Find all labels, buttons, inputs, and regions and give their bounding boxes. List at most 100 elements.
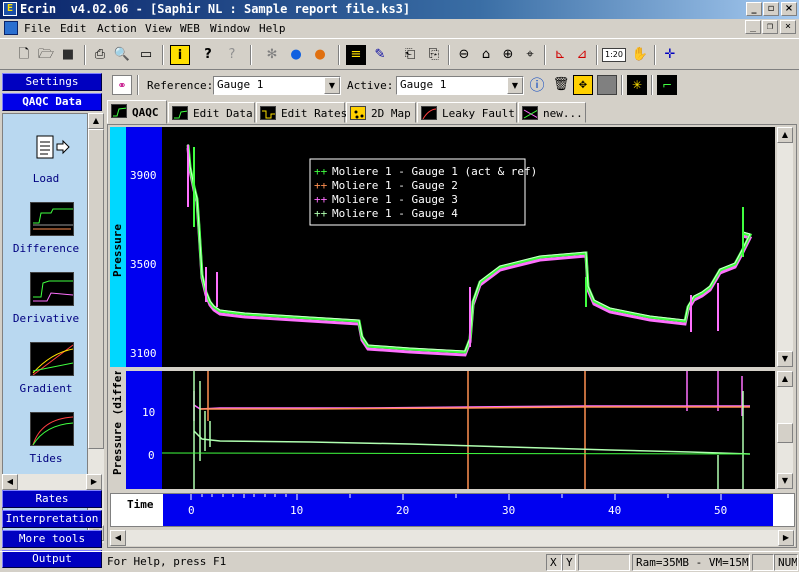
- tab-new[interactable]: new...: [518, 102, 586, 123]
- home-icon[interactable]: ⌂: [476, 45, 496, 65]
- pressure-plot[interactable]: Pressure 3900 3500 3100 ++ Moliere 1 - G…: [110, 127, 775, 367]
- menu-web[interactable]: WEB: [180, 22, 200, 35]
- tides-item[interactable]: Tides: [3, 412, 87, 482]
- pressure-plot-scrollbar[interactable]: ▲ ▼: [777, 127, 793, 367]
- interpretation-tab[interactable]: Interpretation: [2, 510, 102, 528]
- scroll-up-arrow[interactable]: ▲: [88, 113, 104, 129]
- print-preview-icon[interactable]: 🔍: [112, 45, 132, 65]
- scroll-right-arrow[interactable]: ▶: [778, 530, 794, 546]
- mdi-minimize-button[interactable]: _: [745, 20, 761, 34]
- open-folder-icon[interactable]: 🗁: [36, 45, 56, 65]
- scroll-thumb[interactable]: [777, 423, 793, 443]
- paste-plot-icon[interactable]: ⎘: [424, 45, 444, 65]
- menu-file[interactable]: File: [24, 22, 51, 35]
- scroll-thumb[interactable]: [88, 129, 104, 449]
- map-tab-icon: [350, 106, 366, 120]
- mdi-close-button[interactable]: ×: [780, 20, 796, 34]
- blue-drop-icon[interactable]: ●: [286, 45, 306, 65]
- chevron-down-icon[interactable]: ▼: [324, 77, 340, 94]
- derivative-item[interactable]: Derivative: [3, 272, 87, 342]
- menu-edit[interactable]: Edit: [60, 22, 87, 35]
- pan-hand-icon[interactable]: ✋: [630, 45, 650, 65]
- new-file-icon[interactable]: 🗋: [14, 45, 34, 65]
- save-icon[interactable]: ■: [58, 45, 78, 65]
- trash-icon[interactable]: 🗑: [551, 75, 571, 95]
- scroll-left-arrow[interactable]: ◀: [110, 530, 126, 546]
- status-numlock: NUM: [774, 554, 798, 571]
- tab-2d-map[interactable]: 2D Map: [346, 102, 416, 123]
- stop-icon[interactable]: [597, 75, 617, 95]
- legend-entry: Moliere 1 - Gauge 4: [332, 207, 458, 220]
- document-icon[interactable]: [4, 21, 18, 35]
- copy-plot-icon[interactable]: ⎗: [400, 45, 420, 65]
- help-icon[interactable]: ?: [198, 45, 218, 65]
- maximize-button[interactable]: ▫: [763, 2, 779, 16]
- plot-mode-icon[interactable]: ⌐: [657, 75, 677, 95]
- gradient-item[interactable]: Gradient: [3, 342, 87, 412]
- toolbar-separator: [654, 45, 656, 65]
- menu-action[interactable]: Action: [97, 22, 137, 35]
- time-tick-label: 10: [290, 504, 303, 517]
- time-axis-label: Time: [127, 498, 154, 511]
- pen-icon[interactable]: ✎: [370, 45, 390, 65]
- scroll-up-arrow[interactable]: ▲: [777, 127, 793, 143]
- qaqc-data-tab[interactable]: QAQC Data: [2, 93, 102, 111]
- scroll-down-arrow[interactable]: ▼: [777, 351, 793, 367]
- close-button[interactable]: ×: [781, 2, 797, 16]
- gauge-select-icon[interactable]: ⚭: [112, 75, 132, 95]
- gear-icon[interactable]: ✻: [262, 45, 282, 65]
- page-setup-icon[interactable]: ▭: [136, 45, 156, 65]
- menu-view[interactable]: View: [145, 22, 172, 35]
- context-help-icon[interactable]: ?: [222, 45, 242, 65]
- axes-scale-icon[interactable]: ⊿: [572, 45, 592, 65]
- toolbar-separator: [250, 45, 252, 65]
- minimize-button[interactable]: _: [746, 2, 762, 16]
- scroll-up-arrow[interactable]: ▲: [777, 371, 793, 387]
- difference-axis-label: Pressure (differen: [111, 371, 124, 475]
- tab-edit-rates[interactable]: Edit Rates: [256, 102, 347, 123]
- tab-edit-data[interactable]: Edit Data: [168, 102, 255, 123]
- scroll-right-arrow[interactable]: ▶: [86, 474, 102, 490]
- main-toolbar: 🗋 🗁 ■ ⎙ 🔍 ▭ i ? ? ✻ ● ● ≡ ✎ ⎗ ⎘ ⊖ ⌂ ⊕ ⌖ …: [0, 38, 799, 70]
- burst-icon[interactable]: ✳: [627, 75, 647, 95]
- difference-item[interactable]: Difference: [3, 202, 87, 272]
- zero-line: [161, 452, 751, 455]
- reference-combo[interactable]: Gauge 1 ▼: [213, 76, 341, 95]
- mdi-restore-button[interactable]: ❐: [762, 20, 778, 34]
- move-icon[interactable]: ✥: [573, 75, 593, 95]
- menu-window[interactable]: Window: [210, 22, 250, 35]
- status-bar: For Help, press F1 X Y Ram=35MB - VM=15M…: [0, 551, 799, 572]
- scale-icon[interactable]: 1:20: [602, 48, 626, 62]
- menu-help[interactable]: Help: [259, 22, 286, 35]
- y-tick-label: 3100: [130, 347, 157, 360]
- zoom-in-icon[interactable]: ⊕: [498, 45, 518, 65]
- active-combo[interactable]: Gauge 1 ▼: [396, 76, 524, 95]
- derivative-thumbnail: [30, 272, 74, 306]
- tab-leaky-fault[interactable]: Leaky Fault: [417, 102, 517, 123]
- difference-plot-scrollbar[interactable]: ▲ ▼: [777, 371, 793, 489]
- time-tick-label: 50: [714, 504, 727, 517]
- scroll-left-arrow[interactable]: ◀: [2, 474, 18, 490]
- list-icon[interactable]: ≡: [346, 45, 366, 65]
- rates-tab[interactable]: Rates: [2, 490, 102, 508]
- difference-plot[interactable]: Pressure (differen 10 0: [110, 371, 775, 489]
- more-tools-tab[interactable]: More tools: [2, 530, 102, 548]
- zoom-fit-icon[interactable]: ⌖: [520, 45, 540, 65]
- tool-list-hscrollbar[interactable]: ◀ ▶: [2, 474, 102, 490]
- info-circle-icon[interactable]: ⓘ: [527, 75, 547, 95]
- orange-drop-icon[interactable]: ●: [310, 45, 330, 65]
- info-icon[interactable]: i: [170, 45, 190, 65]
- chevron-down-icon[interactable]: ▼: [507, 77, 523, 94]
- tab-qaqc[interactable]: QAQC: [107, 100, 167, 124]
- settings-tab[interactable]: Settings: [2, 73, 102, 91]
- y-tick-strip: [126, 127, 162, 367]
- zoom-out-icon[interactable]: ⊖: [454, 45, 474, 65]
- cursor-target-icon[interactable]: ✛: [660, 45, 680, 65]
- print-icon[interactable]: ⎙: [90, 45, 110, 65]
- axes-icon[interactable]: ⊾: [550, 45, 570, 65]
- time-scrollbar[interactable]: ◀ ▶: [110, 530, 795, 546]
- scroll-down-arrow[interactable]: ▼: [777, 473, 793, 489]
- tab-label: QAQC: [132, 106, 159, 119]
- legend-marker: ++: [314, 193, 328, 206]
- load-item[interactable]: Load: [3, 134, 87, 204]
